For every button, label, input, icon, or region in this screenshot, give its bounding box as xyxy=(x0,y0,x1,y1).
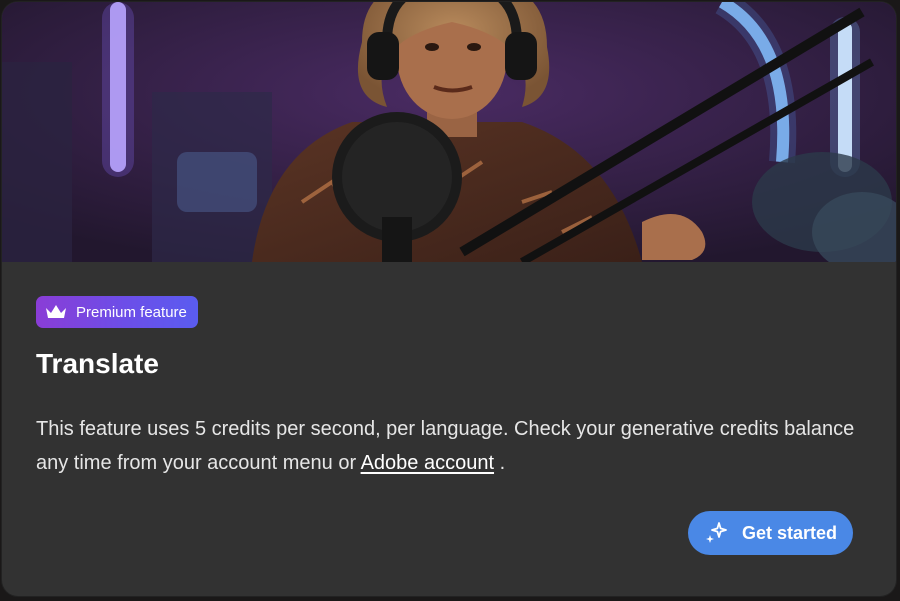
get-started-label: Get started xyxy=(742,522,838,543)
dialog-description: This feature uses 5 credits per second, … xyxy=(36,412,866,480)
hero-image xyxy=(2,2,896,262)
dialog-content: Premium feature Translate This feature u… xyxy=(36,296,862,480)
dialog-title: Translate xyxy=(36,348,159,379)
description-end: . xyxy=(494,452,506,474)
get-started-button[interactable]: Get started xyxy=(688,511,853,555)
badge-label: Premium feature xyxy=(76,303,187,321)
sparkle-icon xyxy=(706,522,727,543)
premium-feature-dialog: Premium feature Translate This feature u… xyxy=(2,2,896,596)
crown-icon xyxy=(46,305,66,318)
adobe-account-link[interactable]: Adobe account xyxy=(361,452,494,474)
premium-feature-badge: Premium feature xyxy=(36,296,198,328)
